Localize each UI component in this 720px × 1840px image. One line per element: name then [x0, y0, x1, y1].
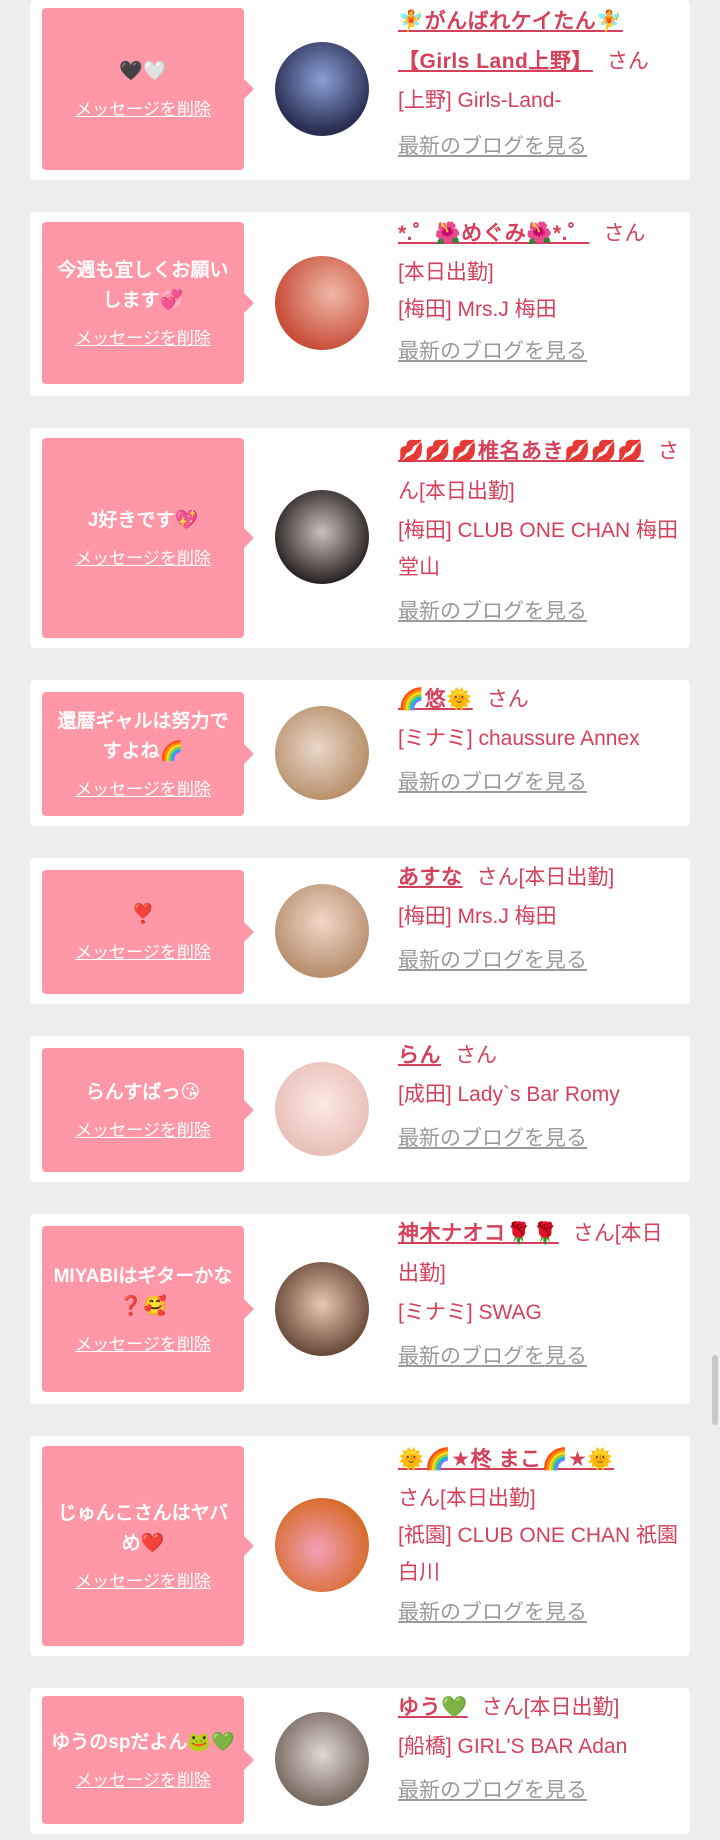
girl-name-link[interactable]: らん: [398, 1044, 441, 1067]
message-bubble: らんすばっ😘 メッセージを削除: [42, 1048, 254, 1172]
message-text: 🖤🤍: [119, 61, 167, 82]
blog-link[interactable]: 最新のブログを見る: [398, 1337, 682, 1377]
message-text: 還暦ギャルは努力ですよね🌈: [57, 711, 229, 762]
message-bubble: 還暦ギャルは努力ですよね🌈 メッセージを削除: [42, 692, 254, 816]
message-text: らんすばっ😘: [85, 1082, 201, 1103]
san-suffix: さん: [476, 866, 519, 889]
girl-name-link[interactable]: あすな: [398, 866, 463, 889]
shop-name: [船橋] GIRL'S BAR Adan: [398, 1735, 628, 1758]
message-card: J好きです💖 メッセージを削除 💋💋💋椎名あき💋💋💋 さん[本日出勤] [梅田] …: [30, 428, 690, 648]
message-card: 今週も宜しくお願いします💞 メッセージを削除 *.゜🌺めぐみ🌺*.゜ さん [本日…: [30, 212, 690, 396]
message-card: ❣️ メッセージを削除 あすな さん[本日出勤] [梅田] Mrs.J 梅田 最新…: [30, 858, 690, 1004]
status-text: [本日出勤]: [398, 261, 494, 284]
blog-link[interactable]: 最新のブログを見る: [398, 1771, 682, 1811]
girl-name-link[interactable]: 神木ナオコ🌹🌹: [398, 1222, 559, 1245]
avatar[interactable]: [275, 256, 369, 350]
girl-name-link[interactable]: 🧚がんばれケイたん🧚【Girls Land上野】: [398, 10, 623, 73]
blog-link[interactable]: 最新のブログを見る: [398, 763, 682, 803]
message-bubble: 今週も宜しくお願いします💞 メッセージを削除: [42, 222, 254, 384]
message-text: ゆうのspだよん🐸💚: [51, 1732, 235, 1753]
message-card: 🖤🤍 メッセージを削除 🧚がんばれケイたん🧚【Girls Land上野】 さん […: [30, 0, 690, 180]
message-bubble: J好きです💖 メッセージを削除: [42, 438, 254, 638]
avatar[interactable]: [275, 490, 369, 584]
delete-message-link[interactable]: メッセージを削除: [75, 942, 211, 964]
status-text: [本日出勤]: [440, 1487, 536, 1510]
delete-message-link[interactable]: メッセージを削除: [75, 779, 211, 801]
message-bubble: ゆうのspだよん🐸💚 メッセージを削除: [42, 1696, 254, 1824]
girl-name-link[interactable]: *.゜🌺めぐみ🌺*.゜: [398, 222, 589, 245]
message-list: 🖤🤍 メッセージを削除 🧚がんばれケイたん🧚【Girls Land上野】 さん […: [0, 0, 720, 1840]
status-text: [本日出勤]: [518, 866, 615, 889]
blog-link[interactable]: 最新のブログを見る: [398, 941, 682, 981]
message-card: 還暦ギャルは努力ですよね🌈 メッセージを削除 🌈悠🌞 さん [ミナミ] chaus…: [30, 680, 690, 826]
message-card: らんすばっ😘 メッセージを削除 らん さん [成田] Lady`s Bar Rom…: [30, 1036, 690, 1182]
message-text: 今週も宜しくお願いします💞: [57, 260, 229, 311]
avatar[interactable]: [275, 1498, 369, 1592]
message-card: MIYABIはギターかな❓🥰 メッセージを削除 神木ナオコ🌹🌹 さん[本日出勤] …: [30, 1214, 690, 1404]
status-text: [本日出勤]: [523, 1696, 620, 1719]
san-suffix: さん: [398, 1487, 440, 1510]
delete-message-link[interactable]: メッセージを削除: [75, 1571, 211, 1593]
delete-message-link[interactable]: メッセージを削除: [75, 1334, 211, 1356]
avatar[interactable]: [275, 1062, 369, 1156]
shop-name: [ミナミ] chaussure Annex: [398, 727, 640, 750]
message-bubble: じゅんこさんはヤバめ❤️ メッセージを削除: [42, 1446, 254, 1646]
message-text: MIYABIはギターかな❓🥰: [53, 1266, 233, 1317]
message-text: J好きです💖: [87, 510, 199, 531]
shop-name: [梅田] CLUB ONE CHAN 梅田堂山: [398, 519, 679, 579]
san-suffix: さん: [486, 688, 529, 711]
avatar[interactable]: [275, 706, 369, 800]
shop-name: [ミナミ] SWAG: [398, 1301, 542, 1324]
shop-name: [祇園] CLUB ONE CHAN 祇園白川: [398, 1524, 679, 1584]
scrollbar[interactable]: [712, 1355, 718, 1425]
message-bubble: 🖤🤍 メッセージを削除: [42, 8, 254, 170]
message-card: ゆうのspだよん🐸💚 メッセージを削除 ゆう💚 さん[本日出勤] [船橋] GIR…: [30, 1688, 690, 1834]
san-suffix: さん: [606, 50, 649, 73]
delete-message-link[interactable]: メッセージを削除: [75, 99, 211, 121]
shop-name: [梅田] Mrs.J 梅田: [398, 905, 557, 928]
shop-name: [成田] Lady`s Bar Romy: [398, 1083, 620, 1106]
shop-name: [上野] Girls-Land-: [398, 89, 562, 112]
delete-message-link[interactable]: メッセージを削除: [75, 1770, 211, 1792]
message-bubble: ❣️ メッセージを削除: [42, 870, 254, 994]
avatar[interactable]: [275, 1712, 369, 1806]
delete-message-link[interactable]: メッセージを削除: [75, 1120, 211, 1142]
girl-name-link[interactable]: ゆう💚: [398, 1696, 468, 1719]
delete-message-link[interactable]: メッセージを削除: [75, 548, 211, 570]
message-text: ❣️: [131, 904, 155, 925]
blog-link[interactable]: 最新のブログを見る: [398, 127, 682, 167]
blog-link[interactable]: 最新のブログを見る: [398, 1119, 682, 1159]
message-card: じゅんこさんはヤバめ❤️ メッセージを削除 🌞🌈★柊 まこ🌈★🌞 さん[本日出勤…: [30, 1436, 690, 1656]
girl-name-link[interactable]: 🌈悠🌞: [398, 688, 473, 711]
girl-name-link[interactable]: 🌞🌈★柊 まこ🌈★🌞: [398, 1448, 614, 1471]
girl-name-link[interactable]: 💋💋💋椎名あき💋💋💋: [398, 440, 644, 463]
message-bubble: MIYABIはギターかな❓🥰 メッセージを削除: [42, 1226, 254, 1392]
delete-message-link[interactable]: メッセージを削除: [75, 328, 211, 350]
san-suffix: さん: [572, 1222, 615, 1245]
shop-name: [梅田] Mrs.J 梅田: [398, 298, 557, 321]
avatar[interactable]: [275, 42, 369, 136]
avatar[interactable]: [275, 1262, 369, 1356]
san-suffix: さん: [481, 1696, 524, 1719]
message-text: じゅんこさんはヤバめ❤️: [57, 1503, 229, 1554]
status-text: [本日出勤]: [419, 480, 515, 503]
san-suffix: さん: [455, 1044, 497, 1067]
blog-link[interactable]: 最新のブログを見る: [398, 332, 682, 372]
blog-link[interactable]: 最新のブログを見る: [398, 592, 682, 632]
blog-link[interactable]: 最新のブログを見る: [398, 1593, 682, 1633]
avatar[interactable]: [275, 884, 369, 978]
san-suffix: さん: [603, 222, 646, 245]
